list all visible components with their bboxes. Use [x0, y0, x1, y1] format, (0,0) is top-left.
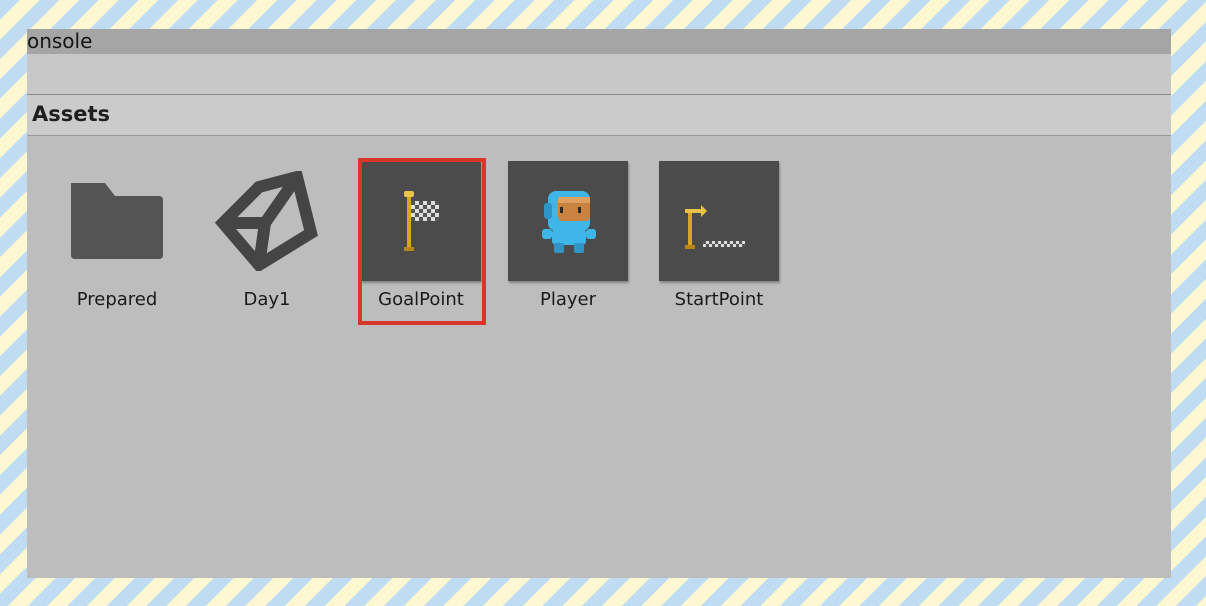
project-window: Console Assets Prepared — [27, 29, 1171, 578]
breadcrumb-assets[interactable]: Assets — [32, 102, 110, 126]
asset-player[interactable]: Player — [508, 161, 628, 321]
tab-strip: Console — [27, 29, 1171, 54]
folder-icon — [57, 161, 177, 281]
breadcrumb: Assets — [27, 95, 1171, 136]
asset-prepared[interactable]: Prepared — [57, 161, 177, 321]
toolbar — [27, 54, 1171, 95]
asset-day1[interactable]: Day1 — [207, 161, 327, 321]
unity-scene-icon — [207, 161, 327, 281]
tab-console[interactable]: Console — [27, 29, 92, 53]
start-point-icon — [659, 161, 779, 281]
asset-goalpoint[interactable]: GoalPoint — [358, 158, 486, 325]
asset-label: Prepared — [76, 289, 158, 310]
asset-label: GoalPoint — [378, 289, 464, 310]
asset-label: Player — [539, 289, 596, 310]
player-sprite-icon — [508, 161, 628, 281]
asset-label: StartPoint — [674, 289, 764, 310]
asset-label: Day1 — [243, 289, 291, 310]
asset-grid: Prepared Day1 GoalPoint Player StartPoin… — [27, 136, 1171, 578]
asset-startpoint[interactable]: StartPoint — [659, 161, 779, 321]
goal-flag-icon — [361, 161, 481, 281]
